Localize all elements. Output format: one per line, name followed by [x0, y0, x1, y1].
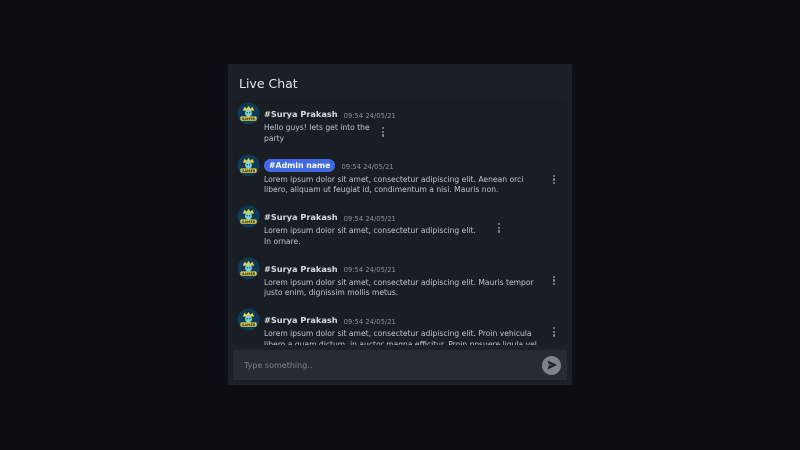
username[interactable]: #Surya Prakash: [264, 315, 338, 325]
chat-message: GAMER #Surya Prakash 09:54 24/05/21 Lore…: [233, 253, 567, 305]
timestamp: 09:54 24/05/21: [343, 266, 396, 274]
chat-message: GAMER #Surya Prakash 09:54 24/05/21 Lore…: [233, 304, 567, 345]
svg-text:GAMER: GAMER: [242, 168, 256, 172]
timestamp: 09:54 24/05/21: [343, 111, 396, 120]
svg-text:GAMER: GAMER: [242, 220, 256, 224]
username[interactable]: #Surya Prakash: [264, 212, 338, 222]
gamer-logo-icon: GAMER: [237, 205, 260, 228]
admin-username-badge[interactable]: #Admin name: [264, 159, 336, 172]
send-button[interactable]: [542, 355, 561, 375]
more-options-icon[interactable]: [551, 327, 557, 339]
svg-text:GAMER: GAMER: [242, 323, 256, 327]
gamer-logo-icon: GAMER: [237, 308, 260, 331]
message-list[interactable]: GAMER #Surya Prakash 09:54 24/05/21 Hell…: [233, 98, 567, 345]
chat-message: GAMER #Surya Prakash 09:54 24/05/21 Hell…: [233, 98, 567, 150]
svg-text:GAMER: GAMER: [242, 271, 256, 275]
chat-message: GAMER #Admin name 09:54 24/05/21 Lorem i…: [233, 150, 567, 202]
username[interactable]: #Surya Prakash: [264, 109, 338, 119]
live-chat-panel: Live Chat GAMER #Surya Prakash 09:54 24/…: [228, 64, 572, 385]
more-options-icon[interactable]: [380, 127, 386, 139]
message-input[interactable]: [233, 349, 542, 381]
message-text: Hello guys! lets get into the party: [264, 123, 370, 143]
timestamp: 09:54 24/05/21: [341, 163, 394, 171]
message-text: Lorem ipsum dolor sit amet, consectetur …: [264, 329, 537, 345]
more-options-icon[interactable]: [551, 275, 557, 288]
timestamp: 09:54 24/05/21: [343, 317, 396, 326]
svg-text:GAMER: GAMER: [242, 117, 256, 121]
gamer-logo-icon: GAMER: [237, 153, 260, 177]
gamer-logo-icon: GAMER: [237, 102, 260, 125]
message-text: Lorem ipsum dolor sit amet, consectetur …: [264, 277, 534, 298]
more-options-icon[interactable]: [496, 223, 502, 235]
message-text: Lorem ipsum dolor sit amet, consectetur …: [264, 226, 476, 246]
message-text: Lorem ipsum dolor sit amet, consectetur …: [264, 174, 524, 195]
gamer-logo-icon: GAMER: [237, 256, 260, 280]
more-options-icon[interactable]: [551, 174, 557, 187]
username[interactable]: #Surya Prakash: [264, 264, 338, 274]
timestamp: 09:54 24/05/21: [343, 214, 396, 223]
chat-message: GAMER #Surya Prakash 09:54 24/05/21 Lore…: [233, 201, 567, 253]
message-composer: [233, 349, 567, 381]
chat-title: Live Chat: [239, 75, 298, 91]
send-icon: [547, 360, 557, 370]
